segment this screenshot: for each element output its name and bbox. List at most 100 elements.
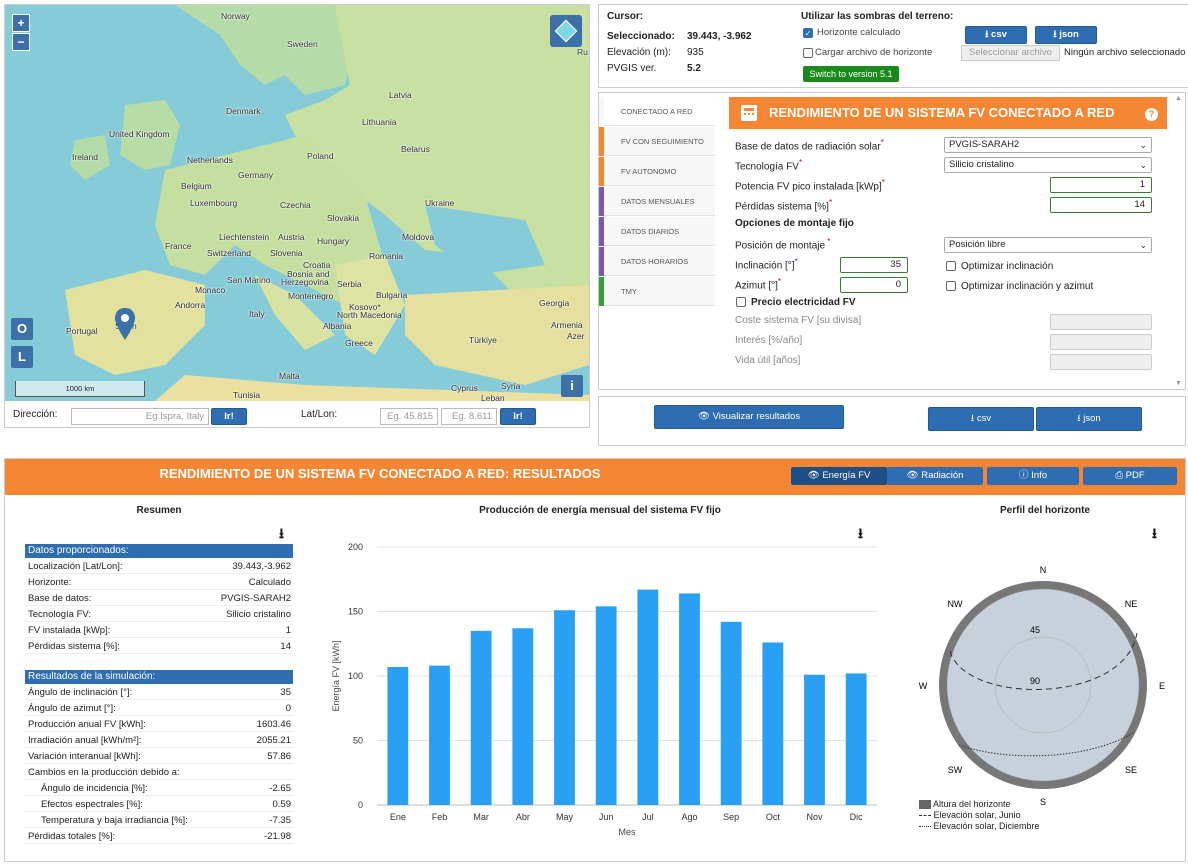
- horizon-calc-checkbox[interactable]: ✓: [803, 28, 813, 38]
- sidetab-label: TMY: [621, 287, 637, 296]
- sidetab-1[interactable]: FV CON SEGUIMIENTO: [599, 127, 715, 156]
- map-label-leban: Leban: [481, 393, 505, 401]
- eye-icon: 👁: [807, 470, 823, 481]
- summary-key: Pérdidas sistema [%]:: [28, 641, 120, 652]
- eye-icon: 👁: [906, 470, 922, 481]
- form-scrollbar[interactable]: ▲ ▼: [1173, 95, 1185, 387]
- select-file-button[interactable]: Seleccionar archivo: [961, 45, 1060, 61]
- zoom-out-button[interactable]: −: [12, 33, 30, 51]
- selected-value: 39.443, -3.962: [687, 31, 752, 42]
- sidetab-label: CONECTADO A RED: [621, 107, 693, 116]
- map-label-tunisia: Tunisia: [233, 390, 261, 400]
- lat-input[interactable]: Eg. 45.815: [380, 408, 438, 425]
- y-tick-label: 0: [358, 800, 363, 810]
- visualize-button[interactable]: 👁 Visualizar resultados: [654, 405, 844, 429]
- provided-heading: Datos proporcionados:: [25, 544, 293, 558]
- tab-info[interactable]: ⓘ Info: [987, 467, 1079, 485]
- btn-l[interactable]: L: [11, 346, 33, 368]
- db-select[interactable]: PVGIS-SARAH2 ⌄: [944, 137, 1152, 153]
- sidetab-3[interactable]: DATOS MENSUALES: [599, 187, 715, 216]
- sidetab-color-mark: [599, 127, 604, 156]
- compass-n: N: [1040, 565, 1047, 575]
- horizon-json-button[interactable]: ⭳ json: [1035, 26, 1097, 44]
- info-circle-icon: ⓘ: [1019, 470, 1032, 481]
- mount-select[interactable]: Posición libre ⌄: [944, 237, 1152, 253]
- incl-opt-label: Optimizar inclinación: [961, 261, 1054, 272]
- map-view[interactable]: Norway Sweden Latvia Lithuania Denmark United…: [5, 5, 589, 401]
- monthly-bar-chart: 0 50 100 150 200 Ene Feb Mar Abr May Jun Jul Ago Sep O…: [331, 542, 877, 837]
- direccion-input[interactable]: Eg.Ispra, Italy: [71, 408, 209, 425]
- scroll-down-icon: ▼: [1175, 380, 1182, 387]
- go-latlon-button[interactable]: Ir!: [500, 408, 536, 425]
- summary-row: Variación interanual [kWh]: 57.86: [25, 749, 293, 764]
- legend-june-swatch: [919, 815, 931, 817]
- tab-pdf[interactable]: ⎙ PDF: [1083, 467, 1177, 485]
- horizon-csv-button[interactable]: ⭳ csv: [965, 26, 1027, 44]
- tab-radiacion[interactable]: 👁 Radiación: [887, 467, 983, 485]
- y-tick-label: 200: [348, 542, 363, 552]
- x-tick-label: Sep: [723, 812, 739, 822]
- map-label-lithuania: Lithuania: [362, 117, 397, 127]
- bar-jul: [637, 589, 659, 805]
- x-tick-label: May: [556, 812, 574, 822]
- summary-row: Producción anual FV [kWh]: 1603.46: [25, 717, 293, 732]
- map-label-italy: Italy: [249, 309, 265, 319]
- help-icon[interactable]: ?: [1145, 108, 1158, 121]
- azim-opt-checkbox[interactable]: [946, 281, 956, 291]
- y-tick-label: 150: [348, 607, 363, 617]
- tech-label: Tecnología FV*: [735, 158, 803, 173]
- map-label-uk: United Kingdom: [109, 129, 170, 139]
- map-label-denmark: Denmark: [226, 106, 261, 116]
- go-address-button[interactable]: Ir!: [211, 408, 247, 425]
- switch-version-button[interactable]: Switch to version 5.1: [803, 66, 899, 82]
- eye-icon: 👁: [697, 411, 713, 422]
- db-label: Base de datos de radiación solar*: [735, 138, 884, 153]
- download-icon[interactable]: ⭳: [1152, 523, 1157, 547]
- layers-icon[interactable]: [550, 15, 582, 47]
- tech-select[interactable]: Silicio cristalino ⌄: [944, 157, 1152, 173]
- sidetab-label: DATOS HORARIOS: [621, 257, 689, 266]
- sidetab-label: FV AUTONOMO: [621, 167, 677, 176]
- compass-ne: NE: [1125, 599, 1138, 609]
- power-input[interactable]: 1: [1050, 177, 1152, 193]
- summary-value: 0.59: [272, 799, 292, 810]
- loss-input[interactable]: 14: [1050, 197, 1152, 213]
- azim-input[interactable]: 0: [840, 277, 908, 293]
- btn-o[interactable]: O: [11, 318, 33, 340]
- zoom-in-button[interactable]: +: [12, 14, 30, 32]
- results-csv-button[interactable]: ⭳ csv: [928, 407, 1034, 431]
- lon-input[interactable]: Eg. 8.611: [441, 408, 497, 425]
- summary-key: Localización [Lat/Lon]:: [28, 561, 123, 572]
- summary-value: 39.443,-3.962: [232, 561, 291, 572]
- price-checkbox[interactable]: [736, 297, 746, 307]
- sidetab-6[interactable]: TMY: [599, 277, 715, 306]
- sidetab-0[interactable]: CONECTADO A RED: [599, 97, 715, 126]
- y-tick-label: 100: [348, 671, 363, 681]
- map-label-belarus: Belarus: [401, 144, 430, 154]
- results-json-button[interactable]: ⭳ json: [1036, 407, 1142, 431]
- map-label-turkiye: Türkiye: [469, 335, 497, 345]
- summary-value: 35: [280, 687, 291, 698]
- info-icon[interactable]: i: [561, 375, 583, 397]
- compass-nw: NW: [948, 599, 963, 609]
- map-label-serbia: Serbia: [337, 279, 362, 289]
- map-label-armenia: Armenia: [551, 320, 583, 330]
- incl-opt-checkbox[interactable]: [946, 261, 956, 271]
- incl-input[interactable]: 35: [840, 257, 908, 273]
- sidetab-5[interactable]: DATOS HORARIOS: [599, 247, 715, 276]
- summary-value: PVGIS-SARAH2: [220, 593, 291, 604]
- elevation-label: Elevación (m):: [607, 47, 671, 58]
- tab-energia-fv[interactable]: 👁 Energía FV: [791, 467, 887, 485]
- monthly-title: Producción de energía mensual del sistem…: [479, 505, 721, 516]
- map-label-romania: Romania: [369, 251, 404, 261]
- map-label-austria: Austria: [278, 232, 305, 242]
- sidetab-2[interactable]: FV AUTONOMO: [599, 157, 715, 186]
- map-label-syria: Syria: [501, 381, 521, 391]
- summary-key: FV instalada [kWp]:: [28, 625, 111, 636]
- summary-key: Cambios en la producción debido a:: [28, 767, 180, 778]
- summary-row: Ángulo de azimut [°]: 0: [25, 701, 293, 716]
- sidetab-4[interactable]: DATOS DIARIOS: [599, 217, 715, 246]
- horizon-upload-checkbox[interactable]: [803, 48, 813, 58]
- summary-key: Ángulo de azimut [°]:: [28, 703, 116, 714]
- bar-nov: [804, 674, 825, 805]
